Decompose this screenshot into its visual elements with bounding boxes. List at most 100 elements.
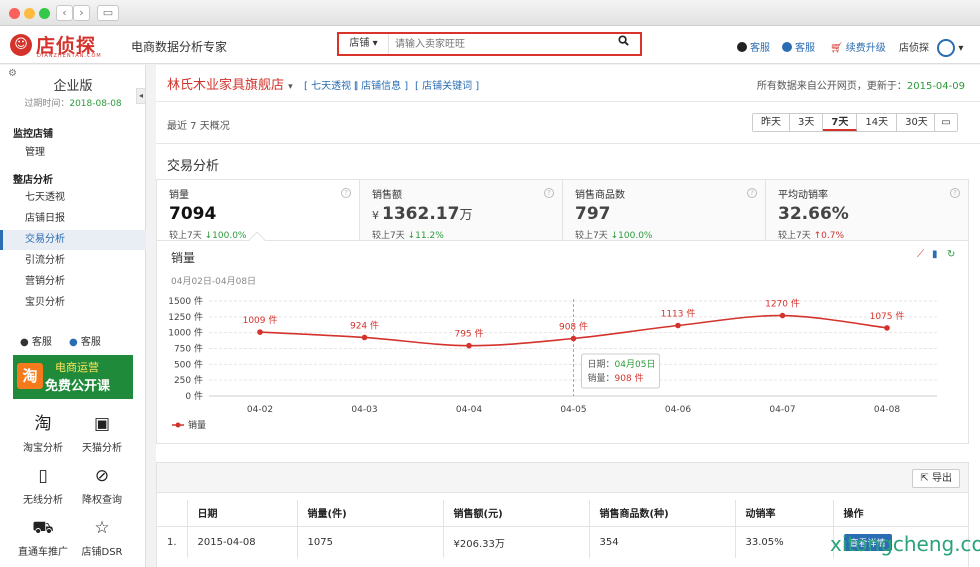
kpi-sales-amount[interactable]: 销售额 ¥1362.17万 较上7天 ↓11.2% ?	[360, 180, 563, 241]
qq-icon: ●	[20, 337, 29, 348]
data-label: 1075 件	[870, 310, 905, 322]
back-button[interactable]: ‹	[56, 5, 73, 21]
sidebar-service-1[interactable]: ● 客服	[20, 333, 52, 348]
range-yesterday[interactable]: 昨天	[753, 114, 790, 131]
expire-date: 2018-08-08	[69, 99, 122, 109]
sidebar-service-2[interactable]: ● 客服	[69, 333, 101, 348]
data-point	[257, 329, 263, 335]
x-tick-label: 04-03	[351, 405, 377, 415]
shop-name-dropdown[interactable]: 林氏木业家具旗舰店 ▾	[167, 74, 293, 93]
maximize-window-button[interactable]	[39, 8, 50, 19]
tool-taobao-analysis[interactable]: 淘淘宝分析	[13, 413, 73, 454]
tool-mobile-label: 无线分析	[23, 495, 63, 506]
kpi-avg-sell-through[interactable]: 平均动销率 32.66% 较上7天 ↑0.7% ?	[766, 180, 968, 241]
recent-overview-label: 最近 7 天概况	[167, 121, 230, 132]
mobile-icon: ▯	[38, 466, 48, 486]
kpi-value: 7094	[169, 204, 217, 224]
kpi-items-sold[interactable]: 销售商品数 797 较上7天 ↓100.0% ?	[563, 180, 766, 241]
help-icon[interactable]: ?	[747, 188, 757, 198]
data-label: 1270 件	[765, 298, 800, 310]
service-link-1[interactable]: 客服	[737, 39, 770, 54]
promo-banner[interactable]: 淘 电商运营 免费公开课	[13, 355, 133, 399]
update-date: 2015-04-09	[906, 81, 965, 92]
y-tick-label: 1250 件	[168, 311, 203, 323]
search-button[interactable]	[606, 34, 640, 54]
promo-line-2: 免费公开课	[45, 379, 111, 394]
x-tick-label: 04-04	[456, 405, 482, 415]
kpi-compare-prefix: 较上7天	[575, 231, 608, 241]
link-shop-info[interactable]: [ 店铺信息 ]	[354, 77, 408, 92]
logo[interactable]: ☺ 店侦探 DIANZHENTAN.COM	[10, 31, 126, 59]
sidebar-toggle-button[interactable]: ▭	[97, 5, 119, 21]
tooltip-date: 日期：04月05日	[588, 359, 656, 370]
tool-demotion-check[interactable]: ⊘ 降权查询	[72, 465, 132, 506]
help-icon[interactable]: ?	[950, 188, 960, 198]
sidebar-item-traffic-analysis[interactable]: 引流分析	[0, 251, 146, 271]
range-7-days[interactable]: 7天	[823, 114, 858, 131]
calendar-button[interactable]: ▭	[934, 113, 958, 132]
x-tick-label: 04-07	[769, 405, 795, 415]
close-window-button[interactable]	[9, 8, 20, 19]
service-link-1-label: 客服	[750, 43, 770, 54]
brand-domain: DIANZHENTAN.COM	[37, 53, 102, 59]
wangwang-icon	[782, 42, 792, 52]
cell-amount: ¥206.33万	[442, 525, 589, 558]
link-seven-day[interactable]: [ 七天透视 ]	[304, 77, 358, 92]
data-label: 1113 件	[661, 308, 696, 320]
forward-button[interactable]: ›	[73, 5, 90, 21]
chevron-right-icon: ›	[79, 6, 84, 19]
tool-shop-dsr[interactable]: ☆ 店铺DSR	[72, 517, 132, 558]
kpi-sales-volume[interactable]: 销量 7094 较上7天 ↓100.0% ?	[157, 180, 360, 241]
tool-mobile-analysis[interactable]: ▯ 无线分析	[13, 465, 73, 506]
col-items: 销售商品数(种)	[588, 500, 735, 526]
search-category-dropdown[interactable]: 店铺 ▾	[339, 34, 389, 54]
search-input[interactable]	[395, 36, 605, 52]
table-toolbar: ⇱ 导出	[157, 463, 968, 493]
export-label: 导出	[932, 473, 952, 484]
sidebar-item-marketing-analysis[interactable]: 营销分析	[0, 272, 146, 292]
sidebar-item-daily-report[interactable]: 店铺日报	[0, 209, 146, 229]
export-button[interactable]: ⇱ 导出	[912, 469, 960, 488]
kpi-compare: 较上7天 ↑0.7%	[778, 228, 968, 241]
divider	[156, 143, 980, 144]
minimize-window-button[interactable]	[24, 8, 35, 19]
col-amount: 销售额(元)	[442, 500, 589, 526]
edition-label: 企业版	[53, 79, 93, 94]
sidebar-item-seven-day[interactable]: 七天透视	[0, 188, 146, 208]
tool-demotion-label: 降权查询	[82, 495, 122, 506]
sidebar-item-item-analysis[interactable]: 宝贝分析	[0, 293, 146, 313]
search-category-label: 店铺	[349, 38, 370, 49]
data-label: 1009 件	[243, 314, 278, 326]
y-tick-label: 250 件	[174, 374, 203, 386]
kpi-label: 销售商品数	[575, 190, 625, 201]
search-icon	[617, 35, 629, 46]
date-range-selector: 昨天 3天 7天 14天 30天	[752, 113, 937, 132]
col-op: 操作	[832, 500, 968, 526]
y-tick-label: 1500 件	[168, 295, 203, 307]
wangwang-icon: ●	[69, 337, 78, 348]
promo-line-1: 电商运营	[55, 361, 99, 374]
caret-down-icon: ▾	[958, 43, 964, 54]
kpi-label: 销量	[169, 190, 189, 201]
link-shop-keywords[interactable]: [ 店铺关键词 ]	[415, 77, 479, 92]
service-link-2[interactable]: 客服	[782, 39, 815, 54]
renew-upgrade-link[interactable]: 🛒︎ 续费升级	[830, 39, 886, 54]
taobao-icon: 淘	[34, 414, 52, 434]
sidebar-item-trade-analysis[interactable]: 交易分析	[0, 230, 146, 250]
kpi-value: 32.66%	[778, 204, 849, 224]
range-14-days[interactable]: 14天	[857, 114, 898, 131]
y-tick-label: 500 件	[174, 358, 203, 370]
tool-tmall-analysis[interactable]: ▣ 天猫分析	[72, 413, 132, 454]
range-30-days[interactable]: 30天	[897, 114, 936, 131]
account-menu[interactable]: 店侦探 ▾	[899, 39, 963, 57]
help-icon[interactable]: ?	[341, 188, 351, 198]
expire-label: 过期时间：	[24, 99, 70, 109]
cell-date: 2015-04-08	[186, 525, 297, 558]
tool-ztc-promotion[interactable]: ⛟ 直通车推广	[13, 517, 73, 558]
help-icon[interactable]: ?	[544, 188, 554, 198]
legend-swatch-dot	[175, 422, 181, 428]
collapse-sidebar-button[interactable]: ◂	[136, 88, 146, 104]
sidebar-item-manage[interactable]: 管理	[0, 143, 146, 163]
sidebar-service-1-label: 客服	[31, 337, 52, 348]
range-3-days[interactable]: 3天	[790, 114, 824, 131]
